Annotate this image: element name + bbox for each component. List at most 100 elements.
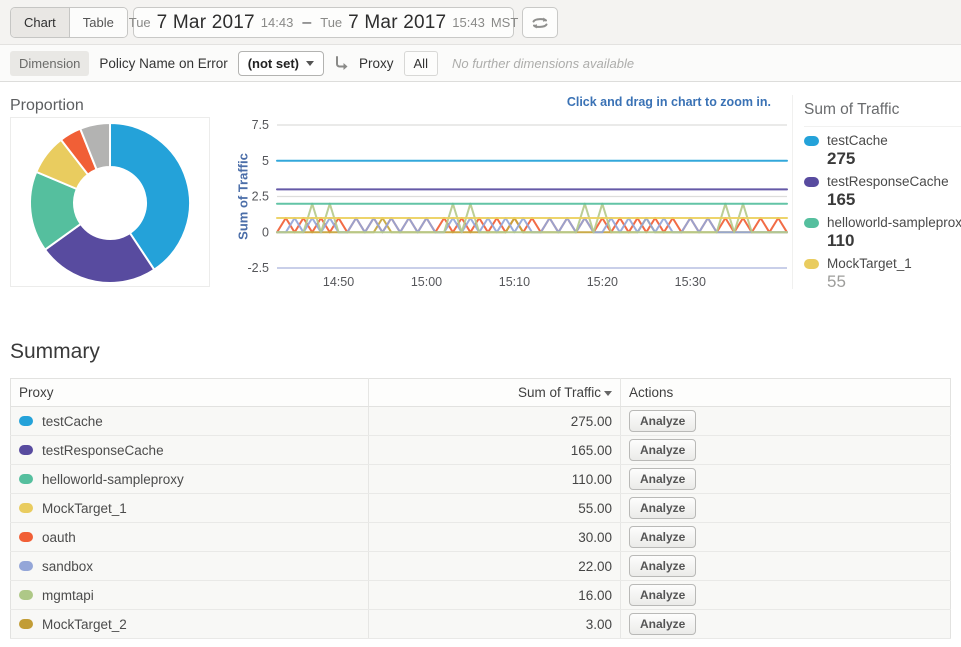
- legend-color-swatch: [804, 259, 819, 269]
- end-date: 7 Mar 2017: [348, 12, 446, 34]
- proxy-color-swatch: [19, 474, 33, 484]
- toolbar: Chart Table Tue 7 Mar 2017 14:43 – Tue 7…: [0, 0, 961, 45]
- x-tick-label: 15:30: [675, 275, 706, 289]
- drill-dimension-value-button[interactable]: All: [404, 51, 438, 76]
- chevron-down-icon: [306, 61, 314, 66]
- table-row: testResponseCache 165.00 Analyze: [11, 436, 951, 465]
- column-header-proxy[interactable]: Proxy: [11, 379, 369, 407]
- summary-table: Proxy Sum of Traffic Actions testCache27…: [10, 378, 951, 639]
- proxy-name: testCache: [42, 414, 103, 429]
- legend-item-value: 165: [804, 190, 961, 210]
- traffic-value: 16.00: [369, 581, 621, 610]
- legend-item-value: 55: [804, 272, 961, 289]
- traffic-value: 3.00: [369, 610, 621, 639]
- legend-color-swatch: [804, 218, 819, 228]
- legend-item-name: MockTarget_1: [827, 256, 912, 271]
- proxy-color-swatch: [19, 532, 33, 542]
- x-tick-label: 15:10: [499, 275, 530, 289]
- dimension-value: (not set): [248, 56, 299, 71]
- legend-item[interactable]: testCache275: [804, 133, 961, 169]
- timezone-label: MST: [491, 15, 518, 30]
- chart-legend: Sum of Traffic testCache275 testResponseC…: [792, 95, 961, 289]
- y-tick-label: 0: [262, 225, 269, 239]
- legend-item[interactable]: testResponseCache165: [804, 174, 961, 210]
- analyze-button[interactable]: Analyze: [629, 439, 696, 461]
- traffic-value: 30.00: [369, 523, 621, 552]
- drill-dimension-name: Proxy: [359, 56, 394, 71]
- y-tick-label: -2.5: [247, 261, 269, 275]
- legend-item-value: 275: [804, 149, 961, 169]
- proxy-name: sandbox: [42, 559, 93, 574]
- proxy-color-swatch: [19, 416, 33, 426]
- traffic-value: 22.00: [369, 552, 621, 581]
- analyze-button[interactable]: Analyze: [629, 613, 696, 635]
- proxy-name: oauth: [42, 530, 76, 545]
- table-row: helloworld-sampleproxy 110.00 Analyze: [11, 465, 951, 494]
- legend-item[interactable]: helloworld-sampleproxy110: [804, 215, 961, 251]
- proxy-color-swatch: [19, 445, 33, 455]
- table-row: testCache275.00Analyze: [11, 407, 951, 436]
- dimension-label: Dimension: [10, 51, 89, 76]
- traffic-value: 55.00: [369, 494, 621, 523]
- chart-zoom-hint: Click and drag in chart to zoom in.: [471, 95, 771, 109]
- traffic-value: 165.00: [369, 436, 621, 465]
- proxy-name: MockTarget_2: [42, 617, 127, 632]
- x-tick-label: 15:00: [411, 275, 442, 289]
- table-row: MockTarget_1 55.00 Analyze: [11, 494, 951, 523]
- proxy-name: MockTarget_1: [42, 501, 127, 516]
- chart-view-button[interactable]: Chart: [11, 8, 69, 37]
- main-content: Proportion Click and drag in chart to zo…: [0, 82, 961, 646]
- dimension-filter-name: Policy Name on Error: [99, 56, 227, 71]
- sort-descending-icon: [604, 391, 612, 396]
- series-line-oauth: [277, 218, 787, 232]
- traffic-value: 110.00: [369, 465, 621, 494]
- y-tick-label: 2.5: [252, 190, 269, 204]
- proxy-color-swatch: [19, 561, 33, 571]
- x-tick-label: 14:50: [323, 275, 354, 289]
- line-chart[interactable]: 7.552.50-2.514:5015:0015:1015:2015:30: [230, 110, 795, 303]
- summary-header-row: Proxy Sum of Traffic Actions: [11, 379, 951, 407]
- table-row: oauth 30.00 Analyze: [11, 523, 951, 552]
- series-line-MockTarget_2: [277, 218, 787, 232]
- analyze-button[interactable]: Analyze: [629, 584, 696, 606]
- proportion-title: Proportion: [10, 97, 84, 115]
- legend-item-value: 110: [804, 231, 961, 251]
- analyze-button[interactable]: Analyze: [629, 526, 696, 548]
- dimension-bar: Dimension Policy Name on Error (not set)…: [0, 45, 961, 82]
- legend-item-name: testCache: [827, 133, 888, 148]
- donut-chart-svg: [11, 118, 209, 286]
- end-day: Tue: [320, 15, 342, 30]
- start-date: 7 Mar 2017: [157, 12, 255, 34]
- dimension-value-dropdown[interactable]: (not set): [238, 51, 324, 76]
- analyze-button[interactable]: Analyze: [629, 410, 696, 432]
- refresh-button[interactable]: [522, 7, 558, 38]
- legend-item[interactable]: MockTarget_155: [804, 256, 961, 289]
- drilldown-arrow-icon: [334, 56, 349, 70]
- legend-color-swatch: [804, 136, 819, 146]
- table-row: sandbox 22.00 Analyze: [11, 552, 951, 581]
- line-chart-svg: 7.552.50-2.514:5015:0015:1015:2015:30: [230, 110, 795, 298]
- table-view-button[interactable]: Table: [69, 8, 127, 37]
- legend-title: Sum of Traffic: [804, 101, 961, 127]
- proxy-color-swatch: [19, 503, 33, 513]
- column-header-traffic[interactable]: Sum of Traffic: [369, 379, 621, 407]
- proxy-color-swatch: [19, 619, 33, 629]
- proxy-color-swatch: [19, 590, 33, 600]
- analyze-button[interactable]: Analyze: [629, 468, 696, 490]
- date-range-picker[interactable]: Tue 7 Mar 2017 14:43 – Tue 7 Mar 2017 15…: [133, 7, 514, 38]
- proportion-donut-chart: [10, 117, 210, 287]
- proxy-name: helloworld-sampleproxy: [42, 472, 184, 487]
- table-row: mgmtapi16.00Analyze: [11, 581, 951, 610]
- proxy-name: testResponseCache: [42, 443, 164, 458]
- column-header-actions: Actions: [621, 379, 951, 407]
- legend-item-name: helloworld-sampleproxy: [827, 215, 961, 230]
- legend-color-swatch: [804, 177, 819, 187]
- view-toggle: Chart Table: [10, 7, 128, 38]
- summary-title: Summary: [10, 340, 100, 364]
- end-time: 15:43: [452, 15, 485, 30]
- refresh-icon: [531, 16, 549, 30]
- analyze-button[interactable]: Analyze: [629, 497, 696, 519]
- analyze-button[interactable]: Analyze: [629, 555, 696, 577]
- y-tick-label: 5: [262, 154, 269, 168]
- start-time: 14:43: [261, 15, 294, 30]
